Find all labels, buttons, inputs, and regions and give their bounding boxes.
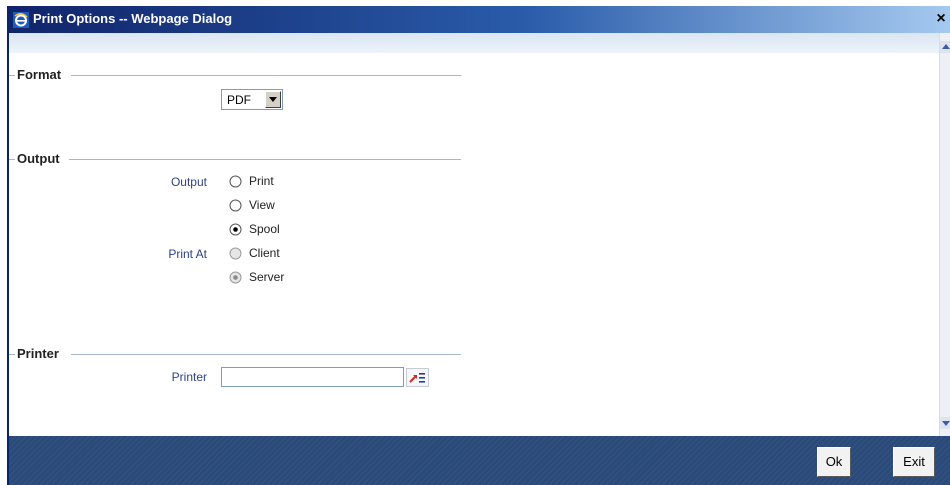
radio-label: Print [249, 174, 274, 188]
output-section-legend: Output [9, 151, 461, 167]
radio-unchecked-icon[interactable] [229, 175, 242, 188]
radio-unchecked-icon[interactable] [229, 199, 242, 212]
dialog-title: Print Options -- Webpage Dialog [33, 11, 233, 26]
list-of-values-icon[interactable] [406, 368, 429, 387]
output-field-label: Output [170, 175, 207, 189]
radio-label: Client [249, 246, 280, 260]
ok-button[interactable]: Ok [817, 447, 851, 477]
output-legend-label: Output [17, 151, 60, 166]
header-strip [9, 33, 939, 53]
format-select[interactable]: PDF [221, 89, 283, 110]
dialog-footer: Ok Exit [9, 436, 950, 485]
chevron-down-icon[interactable] [265, 91, 281, 108]
exit-button[interactable]: Exit [893, 447, 935, 477]
printer-legend-label: Printer [17, 346, 59, 361]
radio-checked-icon[interactable] [229, 223, 242, 236]
printer-section-legend: Printer [9, 346, 461, 362]
radio-label: View [249, 198, 275, 212]
ie-icon [13, 12, 29, 28]
format-select-value: PDF [227, 93, 251, 107]
scroll-down-arrow-icon[interactable] [940, 417, 950, 429]
close-icon[interactable]: × [931, 8, 950, 30]
printer-input[interactable] [221, 367, 404, 387]
print-at-field-label: Print At [168, 247, 207, 261]
print-options-dialog: Print Options -- Webpage Dialog × Format… [7, 6, 950, 485]
radio-label: Spool [249, 222, 280, 236]
radio-disabled-checked-icon[interactable] [229, 271, 242, 284]
radio-disabled-icon[interactable] [229, 247, 242, 260]
radio-label: Server [249, 270, 285, 284]
title-bar[interactable]: Print Options -- Webpage Dialog × [9, 6, 950, 33]
format-section-legend: Format [9, 67, 461, 83]
vertical-scrollbar[interactable] [939, 33, 950, 436]
printer-field-label: Printer [171, 370, 207, 384]
scroll-up-arrow-icon[interactable] [940, 41, 950, 53]
format-legend-label: Format [17, 67, 62, 82]
